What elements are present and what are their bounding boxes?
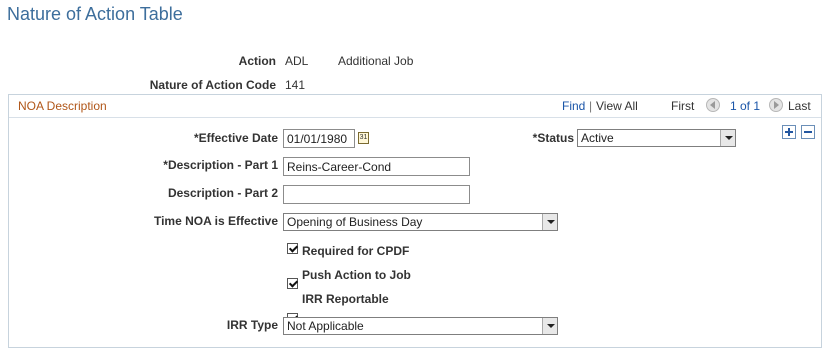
find-link[interactable]: Find [562,99,585,113]
status-label: *Status [532,131,574,145]
irr-type-select[interactable]: Not Applicable [283,317,558,335]
push-action-to-job-label: Push Action to Job [302,268,411,282]
nav-separator: | [589,99,593,113]
view-all-link[interactable]: View All [596,99,638,113]
status-value: Active [581,131,614,145]
status-select[interactable]: Active [577,129,736,147]
irr-reportable-label: IRR Reportable [302,292,389,306]
arrow-right-icon[interactable] [769,98,783,112]
plus-icon [785,128,793,136]
effective-date-input[interactable]: 01/01/1980 [283,129,355,148]
required-for-cpdf-checkbox[interactable] [287,243,298,254]
chevron-down-icon[interactable] [542,318,557,334]
add-row-button[interactable] [782,125,796,139]
first-label: First [671,99,695,113]
description-part2-input[interactable] [283,185,470,204]
description-part1-label: *Description - Part 1 [163,158,278,172]
chevron-down-icon[interactable] [720,130,735,146]
page-count: 1 of 1 [730,99,761,113]
last-label: Last [788,99,811,113]
noa-code-value: 141 [285,78,306,92]
page-title: Nature of Action Table [7,4,183,24]
minus-icon [804,128,812,136]
chevron-down-icon[interactable] [542,214,557,230]
irr-type-label: IRR Type [226,318,278,332]
effective-date-label: *Effective Date [193,131,278,145]
action-label: Action [238,54,276,68]
action-description: Additional Job [338,54,414,68]
time-noa-effective-select[interactable]: Opening of Business Day [283,213,558,231]
group-header-bar [9,95,821,118]
time-noa-effective-value: Opening of Business Day [287,215,423,229]
description-part1-input[interactable]: Reins-Career-Cond [283,157,470,176]
arrow-left-icon[interactable] [706,98,720,112]
delete-row-button[interactable] [801,125,815,139]
time-noa-effective-label: Time NOA is Effective [153,214,278,228]
calendar-icon[interactable]: 31 [358,132,369,144]
description-part2-label: Description - Part 2 [167,186,278,200]
push-action-to-job-checkbox[interactable] [287,278,298,289]
required-for-cpdf-label: Required for CPDF [302,244,410,258]
group-title: NOA Description [18,99,107,113]
irr-type-value: Not Applicable [287,319,364,333]
noa-code-label: Nature of Action Code [149,78,276,92]
action-code: ADL [285,54,309,68]
